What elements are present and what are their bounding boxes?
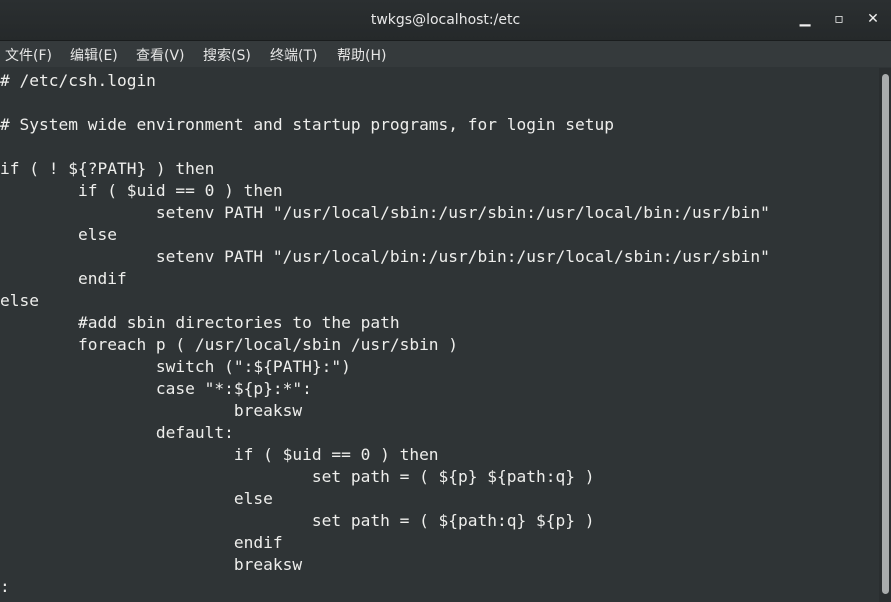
title-bar: twkgs@localhost:/etc ▁ ▫ ✕: [0, 0, 891, 41]
terminal-line: else: [0, 489, 273, 508]
terminal-line: endif: [0, 269, 127, 288]
terminal-line: setenv PATH "/usr/local/bin:/usr/bin:/us…: [0, 247, 770, 266]
terminal-line: if ( ! ${?PATH} ) then: [0, 159, 215, 178]
terminal-line: else: [0, 225, 117, 244]
terminal-line: # System wide environment and startup pr…: [0, 115, 614, 134]
terminal-lines: # /etc/csh.login # System wide environme…: [0, 70, 770, 598]
minimize-button[interactable]: ▁: [794, 8, 816, 30]
scrollbar-thumb[interactable]: [882, 74, 889, 594]
menu-bar: 文件(F) 编辑(E) 查看(V) 搜索(S) 终端(T) 帮助(H): [0, 41, 891, 67]
terminal-line: set path = ( ${p} ${path:q} ): [0, 467, 595, 486]
window-title: twkgs@localhost:/etc: [370, 12, 521, 28]
terminal-output[interactable]: # /etc/csh.login # System wide environme…: [0, 68, 879, 602]
terminal-line: foreach p ( /usr/local/sbin /usr/sbin ): [0, 335, 459, 354]
terminal-line: breaksw: [0, 555, 303, 574]
close-button[interactable]: ✕: [862, 8, 884, 30]
terminal-line: default:: [0, 423, 234, 442]
menu-edit[interactable]: 编辑(E): [70, 45, 118, 65]
terminal-line: switch (":${PATH}:"): [0, 357, 351, 376]
terminal-line: else: [0, 291, 39, 310]
terminal-line: if ( $uid == 0 ) then: [0, 181, 283, 200]
terminal-line: # /etc/csh.login: [0, 71, 156, 90]
terminal-line: breaksw: [0, 401, 303, 420]
menu-terminal[interactable]: 终端(T): [270, 45, 317, 65]
pager-prompt: :: [0, 577, 10, 596]
menu-help[interactable]: 帮助(H): [337, 45, 386, 65]
terminal-window: twkgs@localhost:/etc ▁ ▫ ✕ 文件(F) 编辑(E) 查…: [0, 0, 891, 602]
terminal-line: endif: [0, 533, 283, 552]
terminal-line: set path = ( ${path:q} ${p} ): [0, 511, 595, 530]
terminal-line: setenv PATH "/usr/local/sbin:/usr/sbin:/…: [0, 203, 770, 222]
menu-search[interactable]: 搜索(S): [203, 45, 251, 65]
menu-file[interactable]: 文件(F): [5, 45, 52, 65]
menu-view[interactable]: 查看(V): [136, 45, 185, 65]
maximize-button[interactable]: ▫: [828, 8, 850, 30]
scrollbar[interactable]: [879, 68, 891, 602]
terminal-line: #add sbin directories to the path: [0, 313, 400, 332]
terminal-line: if ( $uid == 0 ) then: [0, 445, 439, 464]
terminal-line: case "*:${p}:*":: [0, 379, 312, 398]
